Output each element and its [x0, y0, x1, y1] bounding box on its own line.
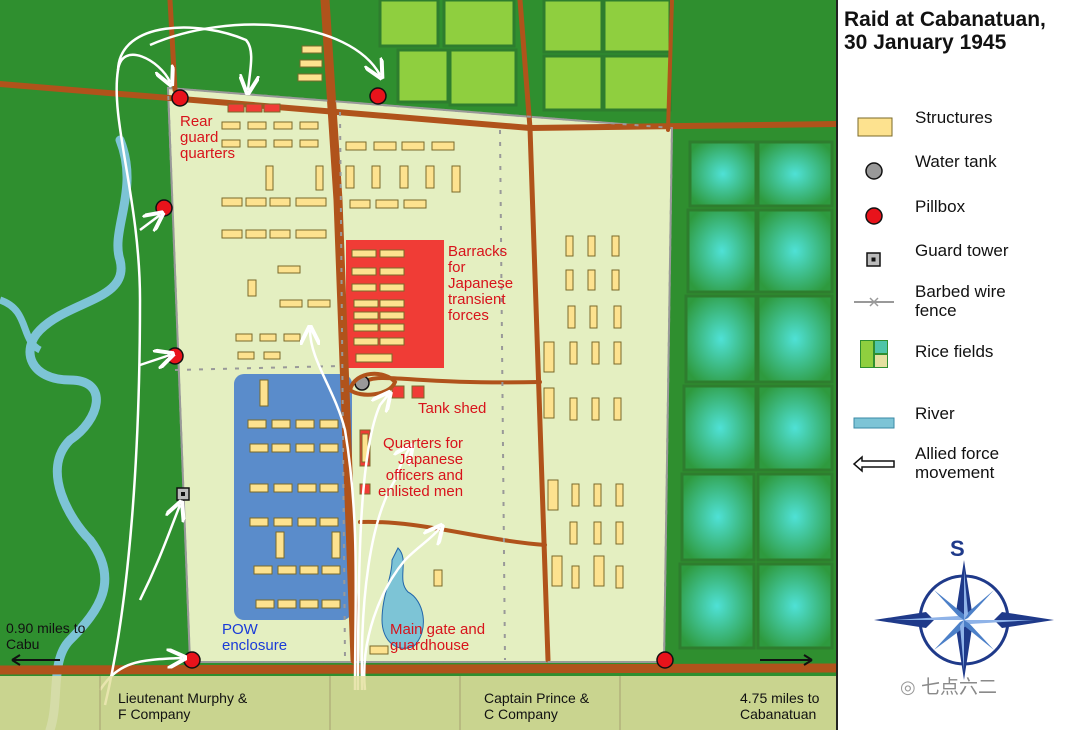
- legend-allied-movement: Allied force movement: [838, 444, 1080, 488]
- compass-rose-icon: [874, 560, 1054, 680]
- legend-label: Barbed wire fence: [915, 282, 1006, 320]
- label-rear-guard: Rear guard quarters: [180, 113, 236, 162]
- arrow-left-icon: [852, 455, 895, 473]
- legend-label: Water tank: [915, 152, 997, 171]
- pow-enclosure: [234, 374, 352, 620]
- watermark-text: 七点六二: [921, 677, 998, 698]
- legend-guard-tower: Guard tower: [838, 239, 1080, 279]
- legend-label: Rice fields: [915, 342, 994, 361]
- legend-rice-fields: Rice fields: [838, 340, 1080, 380]
- label-tank-shed: Tank shed: [418, 400, 487, 417]
- water-tank-icon: [865, 162, 883, 180]
- legend-pillbox: Pillbox: [838, 195, 1080, 235]
- legend-water-tank: Water tank: [838, 150, 1080, 190]
- label-officers: Quarters for Japanese officers and enlis…: [378, 435, 464, 500]
- legend-label: Structures: [915, 108, 993, 127]
- river-icon: [853, 417, 895, 429]
- compass-letter: S: [950, 536, 965, 561]
- barbed-wire-icon: [854, 297, 894, 307]
- chat-bubble-icon: ◎: [900, 677, 916, 697]
- rice-fields-icon: [860, 340, 888, 368]
- map-title: Raid at Cabanatuan, 30 January 1945: [844, 8, 1046, 54]
- watermark: ◎ 七点六二: [900, 672, 997, 699]
- guard-tower-icon: [866, 252, 881, 267]
- legend-barbed-wire: Barbed wire fence: [838, 282, 1080, 326]
- label-cabu: 0.90 miles to Cabu: [6, 620, 86, 652]
- legend-panel: Raid at Cabanatuan, 30 January 1945 Stru…: [836, 0, 1080, 730]
- legend-label: River: [915, 404, 955, 423]
- label-murphy: Lieutenant Murphy & F Company: [118, 690, 248, 722]
- guard-tower: [176, 487, 190, 501]
- label-cabanatuan: 4.75 miles to Cabanatuan: [740, 690, 820, 722]
- label-pow: POW enclosure: [222, 621, 288, 654]
- legend-label: Allied force movement: [915, 444, 1000, 482]
- label-prince: Captain Prince & C Company: [484, 690, 590, 722]
- legend-label: Pillbox: [915, 197, 966, 216]
- label-main-gate: Main gate and guardhouse: [390, 621, 486, 654]
- label-barracks: Barracks for Japanese transient forces: [448, 243, 514, 324]
- pillbox-icon: [865, 207, 883, 225]
- map-figure: Rear guard quarters Barracks for Japanes…: [0, 0, 1080, 730]
- structures-icon: [857, 117, 893, 137]
- legend-structures: Structures: [838, 106, 1080, 146]
- legend-label: Guard tower: [915, 241, 1009, 260]
- legend-river: River: [838, 402, 1080, 442]
